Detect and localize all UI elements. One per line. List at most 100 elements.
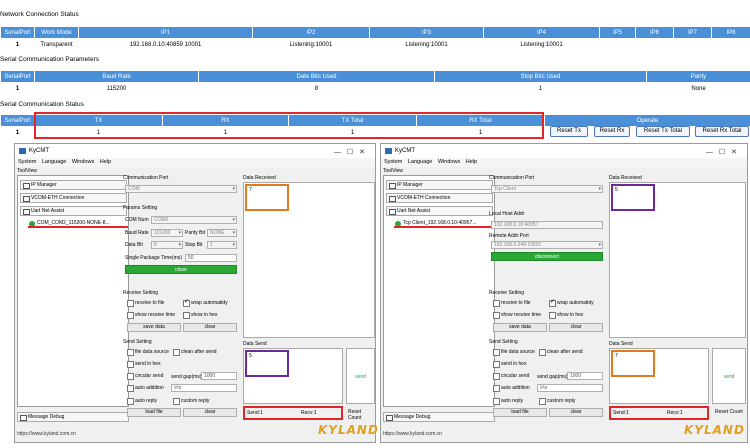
auto-addition-checkbox[interactable]: auto addition	[127, 385, 164, 392]
load-file-button[interactable]: load file	[127, 408, 181, 417]
clean-after-send-checkbox[interactable]: clean after send	[539, 349, 583, 356]
menu-bar: System Language Windows Help	[381, 158, 747, 167]
menu-help[interactable]: Help	[466, 159, 477, 165]
col-serialport: SerialPort	[0, 114, 35, 127]
single-package-input[interactable]: 50	[185, 254, 237, 262]
file-data-source-checkbox[interactable]: file data source	[127, 349, 169, 356]
menu-system[interactable]: System	[18, 159, 36, 165]
website-url[interactable]: https://www.kyland.com.cn	[383, 431, 442, 437]
data-send-label: Data Send	[609, 341, 633, 347]
disconnect-button[interactable]: disconnect	[491, 252, 603, 261]
save-data-button[interactable]: save data	[127, 323, 181, 332]
clear-received-button[interactable]: clear	[549, 323, 603, 332]
comm-port-select[interactable]: COM	[125, 185, 237, 193]
menu-help[interactable]: Help	[100, 159, 111, 165]
send-text: 5	[249, 353, 252, 359]
menu-language[interactable]: Language	[408, 159, 432, 165]
baud-rate-select[interactable]: 115200	[151, 229, 183, 237]
menu-system[interactable]: System	[384, 159, 402, 165]
load-file-button[interactable]: load file	[493, 408, 547, 417]
cell: Transparent	[34, 38, 79, 51]
auto-addition-input[interactable]: \r\n	[537, 384, 603, 392]
reset-count-button[interactable]: Reset Count	[348, 409, 375, 421]
connection-item[interactable]: Tcp Client_192.168.0.10:40957...	[394, 219, 494, 228]
received-highlight: 5	[611, 184, 655, 211]
show-receive-time-checkbox[interactable]: show receive time	[127, 312, 175, 319]
tree-item-vcom-eth[interactable]: VCOM-ETH Connection	[386, 193, 493, 203]
cell: Listening:10001	[483, 38, 600, 51]
custom-reply-checkbox[interactable]: custom reply	[173, 398, 209, 405]
connection-label: COM_COM2_115200-NONE-8...	[37, 220, 110, 226]
connection-item[interactable]: COM_COM2_115200-NONE-8...	[28, 219, 128, 228]
cell: None	[646, 82, 750, 95]
reset-rx-total-button[interactable]: Reset Rx Total	[695, 126, 749, 137]
menu-language[interactable]: Language	[42, 159, 66, 165]
reset-tx-button[interactable]: Reset Tx	[550, 126, 588, 137]
receive-to-file-checkbox[interactable]: receive to file	[493, 300, 530, 307]
send-setting-label: Send Setting	[123, 339, 152, 345]
tree-item-uart-net-assist[interactable]: Uart Net Assist	[20, 206, 127, 216]
auto-addition-checkbox[interactable]: auto addition	[493, 385, 530, 392]
tree-item-uart-net-assist[interactable]: Uart Net Assist	[386, 206, 493, 216]
wrap-auto-checkbox[interactable]: wrap automatidy	[549, 298, 594, 307]
serial-status-title: Serial Communication Status	[0, 101, 84, 108]
stop-bit-select[interactable]: 1	[207, 241, 237, 249]
circular-send-checkbox[interactable]: circular send	[493, 373, 529, 380]
custom-reply-checkbox[interactable]: custom reply	[539, 398, 575, 405]
clear-received-button[interactable]: clear	[183, 323, 237, 332]
cell: 192.168.0.10:40859 10001	[78, 38, 253, 51]
circular-send-checkbox[interactable]: circular send	[127, 373, 163, 380]
data-bit-select[interactable]: 8	[151, 241, 183, 249]
reset-rx-button[interactable]: Reset Rx	[594, 126, 630, 137]
show-in-hex-checkbox[interactable]: show in hex	[549, 312, 583, 319]
receive-to-file-checkbox[interactable]: receive to file	[127, 300, 164, 307]
reset-tx-total-button[interactable]: Reset Tx Total	[636, 126, 690, 137]
baud-rate-label: Baud Rate	[125, 230, 149, 236]
auto-reply-checkbox[interactable]: auto reply	[493, 398, 523, 405]
tree-item-ip-manager[interactable]: IP Manager	[20, 180, 127, 190]
data-send-label: Data Send	[243, 341, 267, 347]
message-debug-tab[interactable]: Message Debug	[383, 412, 495, 422]
data-bit-label: Data Bit	[125, 242, 143, 248]
auto-addition-input[interactable]: \r\n	[171, 384, 237, 392]
window-title: KyCMT	[29, 148, 49, 154]
clean-after-send-checkbox[interactable]: clean after send	[173, 349, 217, 356]
clear-send-button[interactable]: clear	[549, 408, 603, 417]
tree-item-vcom-eth[interactable]: VCOM-ETH Connection	[20, 193, 127, 203]
tree-item-ip-manager[interactable]: IP Manager	[386, 180, 493, 190]
send-in-hex-checkbox[interactable]: send in hex	[493, 361, 527, 368]
clear-send-button[interactable]: clear	[183, 408, 237, 417]
send-gap-input[interactable]: 1000	[567, 372, 603, 380]
remote-addr-select[interactable]: 192.168.0.248:10001	[491, 241, 603, 249]
message-debug-tab[interactable]: Message Debug	[17, 412, 129, 422]
send-in-hex-checkbox[interactable]: send in hex	[127, 361, 161, 368]
auto-reply-checkbox[interactable]: auto reply	[127, 398, 157, 405]
reset-count-button[interactable]: Reset Count	[715, 409, 743, 415]
show-receive-time-checkbox[interactable]: show receive time	[493, 312, 541, 319]
cell: 1	[0, 82, 35, 95]
counter-box: Send:1 Recv:1	[609, 406, 709, 420]
parity-select[interactable]: NONE	[207, 229, 237, 237]
col-ip1: IP1	[78, 26, 253, 39]
wrap-auto-checkbox[interactable]: wrap automatidy	[183, 298, 228, 307]
close-button[interactable]: close	[125, 265, 237, 274]
comm-port-select[interactable]: Tcp Client	[491, 185, 603, 193]
send-button[interactable]: send	[346, 348, 375, 404]
send-gap-input[interactable]: 1000	[201, 372, 237, 380]
col-parity: Parity	[646, 70, 750, 83]
com-num-select[interactable]: COM2	[151, 216, 237, 224]
send-button[interactable]: send	[712, 348, 746, 404]
col-work-mode: Work Mode	[34, 26, 79, 39]
cell: 1	[0, 126, 35, 139]
website-url[interactable]: https://www.kyland.com.cn	[17, 431, 76, 437]
recv-count: Recv:1	[667, 410, 683, 416]
menu-windows[interactable]: Windows	[72, 159, 94, 165]
save-data-button[interactable]: save data	[493, 323, 547, 332]
show-in-hex-checkbox[interactable]: show in hex	[183, 312, 217, 319]
send-gap-label: send gap(ms)	[537, 374, 568, 380]
menu-windows[interactable]: Windows	[438, 159, 460, 165]
file-data-source-checkbox[interactable]: file data source	[493, 349, 535, 356]
toolview-label: ToolView	[383, 168, 403, 174]
data-received-label: Data Received	[609, 175, 642, 181]
local-host-input[interactable]: 192.168.0.10:40957	[491, 221, 603, 229]
